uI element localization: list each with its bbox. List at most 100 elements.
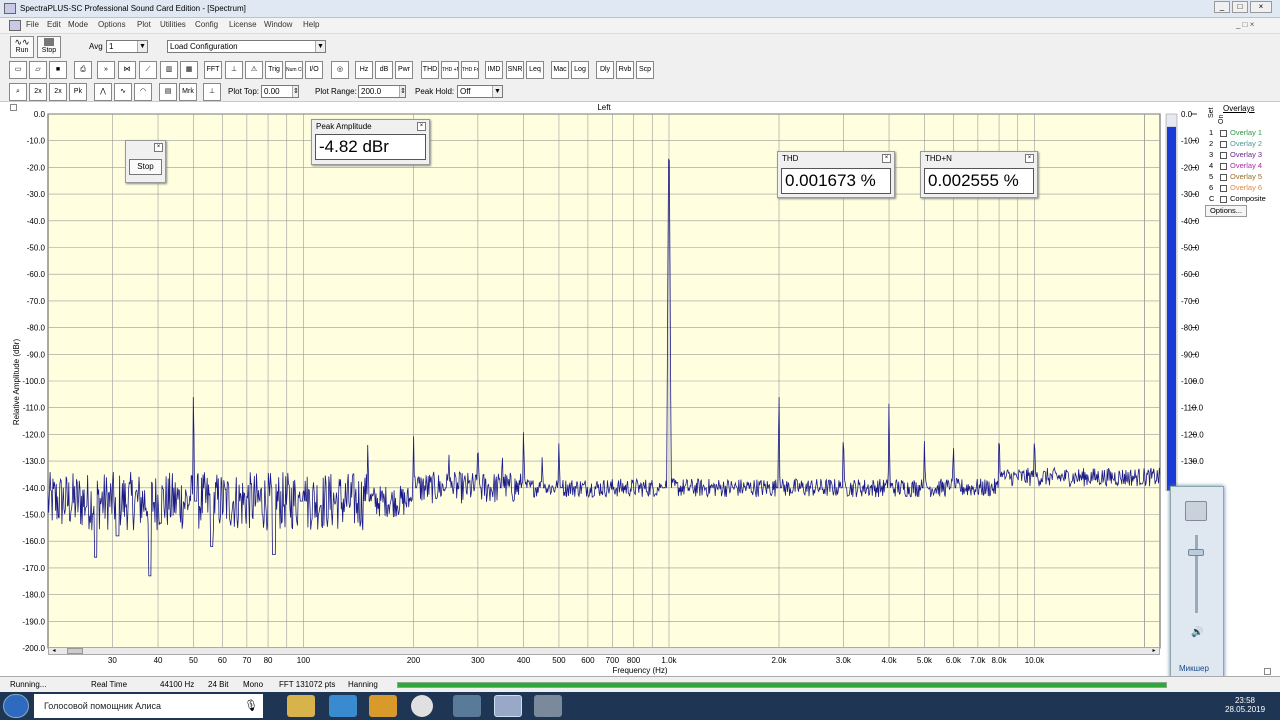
overlay-row-5[interactable]: 5 Overlay 5 [1209, 172, 1279, 183]
menu-mode[interactable]: Mode [68, 20, 88, 29]
mixer-link[interactable]: Микшер [1179, 664, 1209, 673]
settings-app-icon[interactable] [534, 695, 562, 717]
overlay-options-button[interactable]: Options... [1205, 205, 1247, 217]
rvb-button[interactable]: Rvb [616, 61, 634, 79]
close-button[interactable]: × [1250, 1, 1272, 13]
overlay-checkbox[interactable] [1220, 129, 1227, 137]
minimize-button[interactable]: _ [1214, 1, 1230, 13]
area-icon[interactable]: ◠ [134, 83, 152, 101]
microphone-icon[interactable]: 🎙 [244, 699, 258, 712]
hz-button[interactable]: Hz [355, 61, 373, 79]
start-button[interactable] [3, 694, 29, 718]
media-player-icon[interactable] [369, 695, 397, 717]
num-ctrl-button[interactable]: Num Ctrl [285, 61, 303, 79]
log-button[interactable]: Log [571, 61, 589, 79]
pwr-button[interactable]: Pwr [395, 61, 413, 79]
thd-button[interactable]: THD [421, 61, 439, 79]
avg-select[interactable]: 1 ▼ [106, 40, 148, 53]
explorer-icon[interactable] [287, 695, 315, 717]
overlay-checkbox[interactable] [1220, 184, 1227, 192]
new-icon[interactable]: ▭ [9, 61, 27, 79]
expand-icon[interactable] [1264, 668, 1271, 675]
overlay-row-4[interactable]: 4 Overlay 4 [1209, 161, 1279, 172]
cursor-2x-icon[interactable]: 2x [49, 83, 67, 101]
volume-thumb[interactable] [1188, 549, 1204, 556]
overlay-row-composite[interactable]: C Composite [1209, 194, 1279, 205]
stop-button[interactable]: Stop [37, 36, 61, 58]
scroll-left-icon[interactable]: ◂ [49, 648, 59, 654]
zoom-2x-icon[interactable]: 2x [29, 83, 47, 101]
menu-config[interactable]: Config [195, 20, 218, 29]
assistant-search-box[interactable]: Голосовой помощник Алиса 🎙 [34, 694, 263, 718]
zoom-icon[interactable]: ⌕ [9, 83, 27, 101]
spectrogram-icon[interactable]: ▦ [180, 61, 198, 79]
overlay-row-6[interactable]: 6 Overlay 6 [1209, 183, 1279, 194]
menu-license[interactable]: License [229, 20, 257, 29]
collapse-icon[interactable] [10, 104, 17, 111]
io-button[interactable]: I/O [305, 61, 323, 79]
overlay-checkbox[interactable] [1220, 140, 1227, 148]
close-icon[interactable]: × [882, 154, 891, 163]
peak-hold-select[interactable]: Off ▼ [457, 85, 503, 98]
generator-icon[interactable]: ◎ [331, 61, 349, 79]
speaker-device-icon[interactable] [1185, 501, 1207, 521]
menu-edit[interactable]: Edit [47, 20, 61, 29]
table-icon[interactable]: ▤ [159, 83, 177, 101]
db-button[interactable]: dB [375, 61, 393, 79]
marker-icon[interactable]: ⊥ [203, 83, 221, 101]
thd-freq-button[interactable]: THD Freq [461, 61, 479, 79]
spectraplus-icon[interactable] [494, 695, 522, 717]
fft-button[interactable]: FFT [204, 61, 222, 79]
trig-button[interactable]: Trig [265, 61, 283, 79]
overlay-checkbox[interactable] [1220, 173, 1227, 181]
overlay-checkbox[interactable] [1220, 195, 1227, 203]
menu-plot[interactable]: Plot [137, 20, 151, 29]
open-icon[interactable]: ▱ [29, 61, 47, 79]
overlay-checkbox[interactable] [1220, 151, 1227, 159]
speaker-icon[interactable]: 🔊 [1191, 627, 1203, 638]
snr-button[interactable]: SNR [506, 61, 524, 79]
yandex-icon[interactable] [411, 695, 433, 717]
bars-icon[interactable]: ▥ [160, 61, 178, 79]
window-switch-icon[interactable] [453, 695, 481, 717]
close-icon[interactable]: × [417, 122, 426, 131]
restore-button[interactable]: □ [1232, 1, 1248, 13]
fast-forward-icon[interactable]: » [97, 61, 115, 79]
config-select[interactable]: Load Configuration ▼ [167, 40, 326, 53]
menu-file[interactable]: File [26, 20, 39, 29]
overlay-row-1[interactable]: 1 Overlay 1 [1209, 128, 1279, 139]
overlay-row-2[interactable]: 2 Overlay 2 [1209, 139, 1279, 150]
menu-help[interactable]: Help [303, 20, 319, 29]
leq-button[interactable]: Leq [526, 61, 544, 79]
signal-icon[interactable]: ⚠ [245, 61, 263, 79]
close-icon[interactable]: × [154, 143, 163, 152]
plot-range-input[interactable]: 200.0 ⇕ [358, 85, 406, 98]
mdi-controls[interactable]: _ □ × [1236, 20, 1272, 31]
scroll-thumb[interactable] [67, 648, 83, 654]
mac-button[interactable]: Mac [551, 61, 569, 79]
print-icon[interactable]: ⎙ [74, 61, 92, 79]
stop-panel-button[interactable]: Stop [129, 159, 162, 175]
peak-icon[interactable]: ⋀ [94, 83, 112, 101]
overlay-checkbox[interactable] [1220, 162, 1227, 170]
skip-icon[interactable]: ⋈ [118, 61, 136, 79]
save-icon[interactable]: ■ [49, 61, 67, 79]
overlay-row-3[interactable]: 3 Overlay 3 [1209, 150, 1279, 161]
menu-utilities[interactable]: Utilities [160, 20, 186, 29]
plot-top-input[interactable]: 0.00 ⇕ [261, 85, 299, 98]
scroll-right-icon[interactable]: ▸ [1149, 648, 1159, 654]
imd-button[interactable]: IMD [485, 61, 503, 79]
dly-button[interactable]: Dly [596, 61, 614, 79]
slope-icon[interactable]: ⟋ [139, 61, 157, 79]
ie-icon[interactable] [329, 695, 357, 717]
volume-track[interactable] [1195, 535, 1198, 613]
thdn-button[interactable]: THD +N [441, 61, 459, 79]
cursor-peak-icon[interactable]: Pk [69, 83, 87, 101]
run-button[interactable]: ∿∿ Run [10, 36, 34, 58]
mrk-button[interactable]: Mrk [179, 83, 197, 101]
menu-options[interactable]: Options [98, 20, 126, 29]
waveform-icon[interactable]: ∿ [114, 83, 132, 101]
scale-icon[interactable]: ⊥ [225, 61, 243, 79]
scp-button[interactable]: Scp [636, 61, 654, 79]
close-icon[interactable]: × [1025, 154, 1034, 163]
